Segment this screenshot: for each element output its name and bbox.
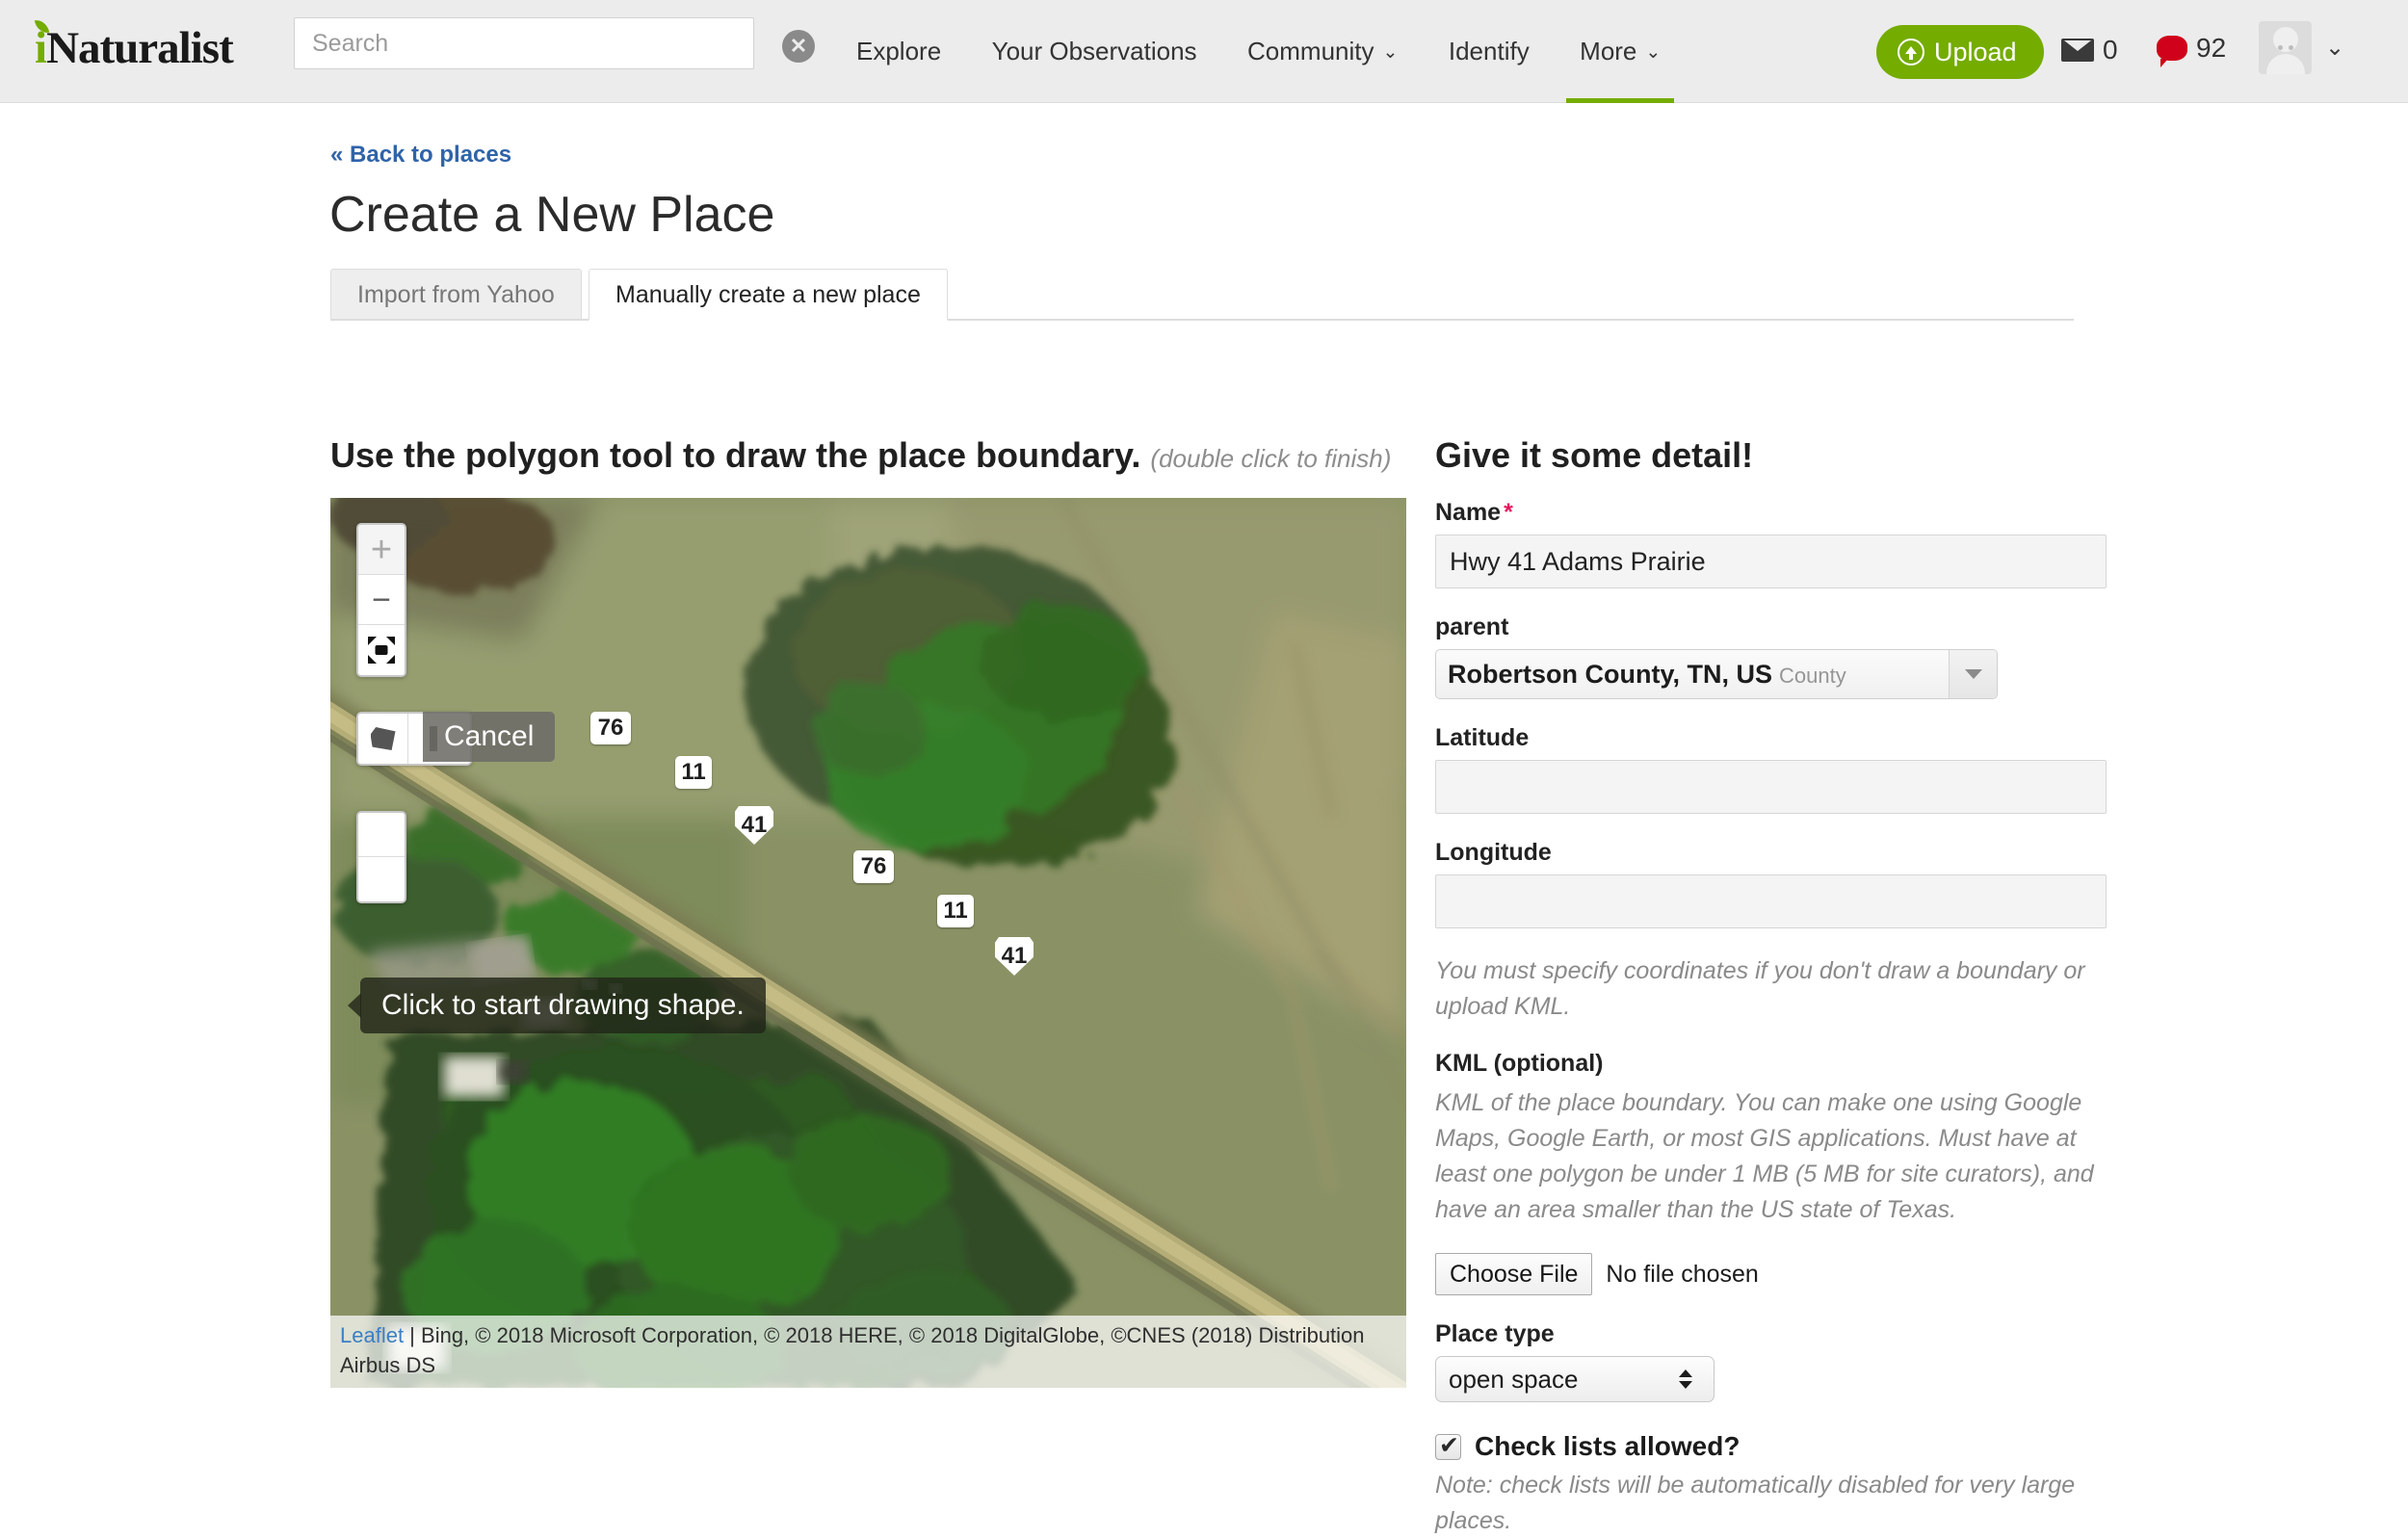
coordinates-help-text: You must specify coordinates if you don'…	[1435, 957, 2085, 1020]
chosen-file-name: No file chosen	[1606, 1260, 1759, 1288]
inaturalist-logo[interactable]: iNaturalist	[35, 22, 234, 74]
mail-count: 0	[2103, 35, 2118, 65]
upload-arrow-icon	[1898, 39, 1924, 65]
avatar-eyes	[2259, 38, 2312, 55]
choose-file-button[interactable]: Choose File	[1435, 1253, 1593, 1295]
highway-shield: 76	[590, 712, 631, 744]
select-spinner-icon	[1679, 1369, 1692, 1389]
place-boundary-map[interactable]: + − Cancel 76 11 41 76 11 41 Leaflet | B…	[330, 498, 1406, 1388]
notifications-counter[interactable]: 92	[2157, 33, 2227, 67]
search-clear-icon[interactable]: ✕	[782, 30, 815, 63]
satellite-imagery	[330, 498, 1406, 1388]
parent-qualifier: County	[1779, 663, 1846, 688]
latitude-label: Latitude	[1435, 724, 1530, 751]
place-detail-form: Give it some detail! Name* parent Robert…	[1435, 435, 2109, 1539]
place-type-label: Place type	[1435, 1320, 1555, 1347]
map-instruction-text: Use the polygon tool to draw the place b…	[330, 435, 1141, 475]
polygon-icon	[370, 727, 396, 750]
map-instruction: Use the polygon tool to draw the place b…	[330, 435, 1391, 476]
form-heading: Give it some detail!	[1435, 435, 1754, 475]
parent-selected-value: Robertson County, TN, US County	[1436, 660, 1949, 690]
search-input[interactable]	[294, 17, 754, 69]
nav-item-your-observations[interactable]: Your Observations	[971, 0, 1218, 103]
nav-label: Community	[1247, 37, 1374, 65]
map-extra-controls	[356, 811, 406, 903]
fullscreen-button[interactable]	[358, 625, 405, 675]
attribution-text: Bing, © 2018 Microsoft Corporation, © 20…	[340, 1323, 1365, 1377]
name-label: Name *	[1435, 499, 2109, 527]
longitude-input[interactable]	[1435, 874, 2107, 928]
name-label-text: Name	[1435, 499, 1502, 526]
avatar	[2259, 21, 2312, 74]
nav-item-explore[interactable]: Explore	[835, 0, 962, 103]
name-input[interactable]	[1435, 535, 2107, 588]
nav-label: Your Observations	[991, 37, 1197, 65]
zoom-in-button[interactable]: +	[358, 525, 405, 575]
user-menu[interactable]: ⌄	[2259, 21, 2344, 74]
place-type-select[interactable]: open space	[1435, 1356, 1714, 1402]
kml-file-row: Choose File No file chosen	[1435, 1253, 2109, 1295]
search-container: ✕	[294, 17, 815, 69]
highway-shield: 76	[853, 850, 894, 883]
required-marker: *	[1504, 499, 1513, 526]
map-control-slot-1[interactable]	[358, 813, 405, 857]
chevron-down-icon: ⌄	[1645, 42, 1662, 63]
longitude-label: Longitude	[1435, 839, 1552, 866]
page-title: Create a New Place	[329, 187, 775, 243]
zoom-out-button[interactable]: −	[358, 575, 405, 625]
main-nav: Explore Your Observations Community ⌄ Ide…	[833, 0, 1684, 103]
parent-value-text: Robertson County, TN, US	[1448, 659, 1772, 689]
highway-shield: 11	[937, 895, 974, 927]
nav-label: More	[1580, 37, 1637, 65]
parent-label: parent	[1435, 613, 1509, 640]
nav-item-more[interactable]: More ⌄	[1558, 0, 1682, 103]
back-to-places-link[interactable]: « Back to places	[330, 142, 511, 169]
draw-shape-tooltip: Click to start drawing shape.	[360, 978, 766, 1033]
speech-bubble-icon	[2157, 36, 2187, 67]
parent-select[interactable]: Robertson County, TN, US County	[1435, 649, 1998, 699]
fullscreen-icon	[368, 637, 395, 664]
latitude-input[interactable]	[1435, 760, 2107, 814]
draw-cancel-button[interactable]: Cancel	[423, 712, 556, 762]
parent-dropdown-arrow-icon[interactable]	[1949, 650, 1997, 698]
check-lists-label: Check lists allowed?	[1475, 1431, 1741, 1461]
upload-label: Upload	[1934, 37, 2017, 66]
kml-help-text: KML of the place boundary. You can make …	[1435, 1089, 2094, 1223]
place-type-value: open space	[1449, 1364, 1579, 1394]
logo-leaf-icon: i	[35, 23, 47, 73]
map-zoom-controls: + −	[356, 523, 406, 677]
map-attribution: Leaflet | Bing, © 2018 Microsoft Corpora…	[330, 1316, 1406, 1388]
attribution-separator: |	[404, 1323, 422, 1348]
map-instruction-hint: (double click to finish)	[1150, 444, 1392, 473]
notification-count: 92	[2196, 33, 2227, 63]
upload-button[interactable]: Upload	[1876, 25, 2044, 79]
nav-label: Explore	[856, 37, 942, 65]
tab-import-from-yahoo[interactable]: Import from Yahoo	[330, 269, 582, 321]
tab-bar: Import from Yahoo Manually create a new …	[330, 269, 2074, 321]
envelope-icon	[2061, 39, 2094, 62]
site-header: iNaturalist ✕ Explore Your Observations …	[0, 0, 2408, 103]
leaflet-link[interactable]: Leaflet	[340, 1323, 404, 1347]
nav-item-community[interactable]: Community ⌄	[1226, 0, 1419, 103]
highway-shield: 11	[675, 756, 712, 789]
nav-label: Identify	[1448, 37, 1530, 65]
nav-item-identify[interactable]: Identify	[1427, 0, 1551, 103]
kml-label: KML (optional)	[1435, 1050, 1604, 1077]
chevron-down-icon: ⌄	[2325, 35, 2345, 61]
check-lists-row: Check lists allowed?	[1435, 1431, 2109, 1462]
check-lists-note: Note: check lists will be automatically …	[1435, 1472, 2076, 1534]
tab-manually-create-a-new-place[interactable]: Manually create a new place	[589, 269, 948, 321]
map-control-slot-2[interactable]	[358, 857, 405, 901]
logo-wordmark: Naturalist	[46, 23, 234, 73]
check-lists-checkbox[interactable]	[1435, 1431, 1461, 1460]
draw-polygon-button[interactable]	[358, 714, 408, 764]
chevron-down-icon: ⌄	[1382, 42, 1399, 63]
messages-mail-counter[interactable]: 0	[2061, 35, 2118, 65]
